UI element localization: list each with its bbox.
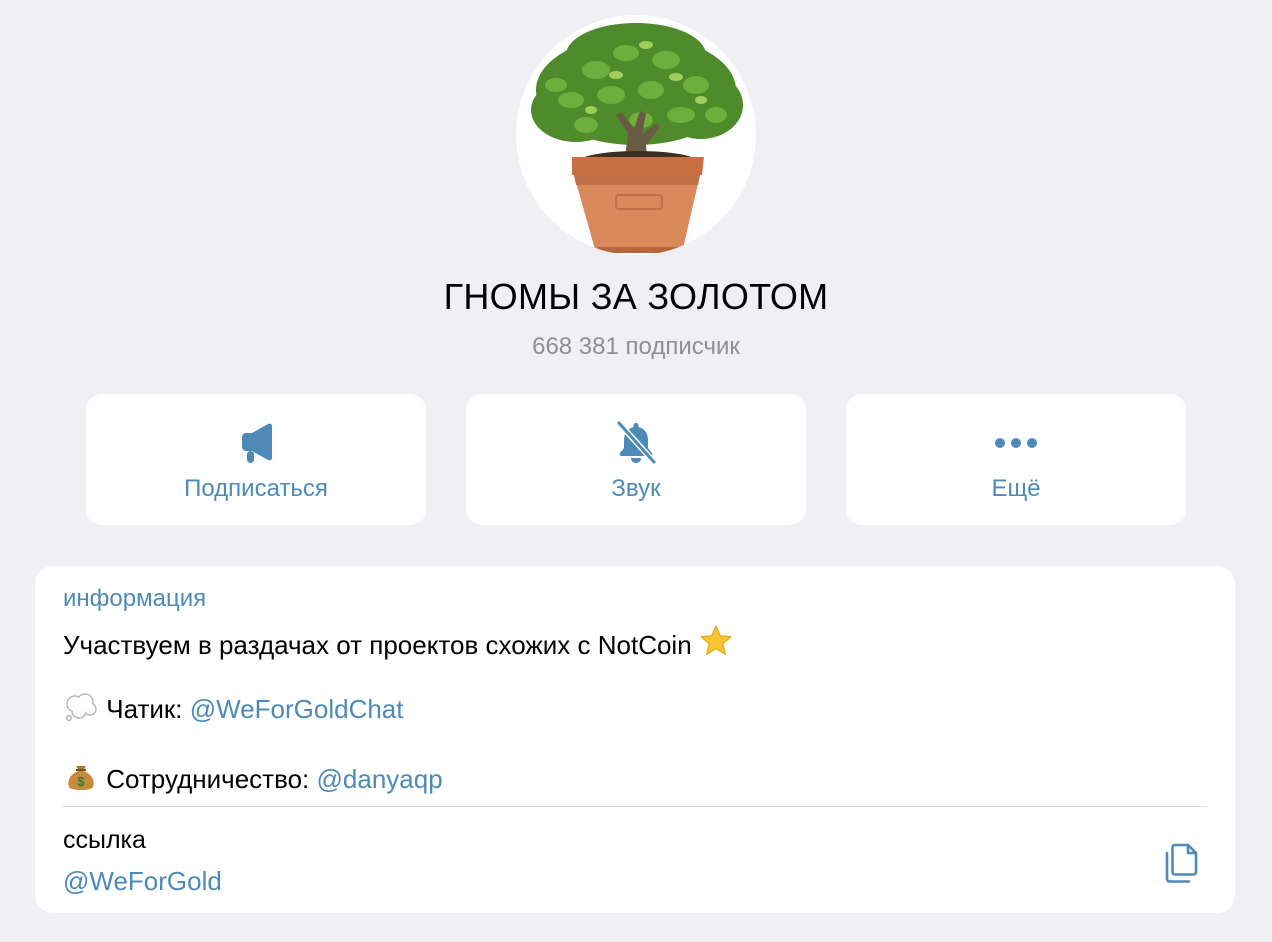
bell-slash-icon <box>616 420 657 465</box>
channel-title: ГНОМЫ ЗА ЗОЛОТОМ <box>443 276 829 317</box>
link-label: ссылка <box>63 826 146 854</box>
svg-text:$: $ <box>77 774 85 789</box>
megaphone-icon <box>242 423 272 463</box>
info-divider <box>63 806 1207 807</box>
info-section-label: информация <box>63 585 207 612</box>
potted-plant-avatar <box>531 23 743 253</box>
info-card: информация Участвуем в раздачах от проек… <box>35 566 1235 913</box>
more-label: Ещё <box>991 475 1041 502</box>
more-dots-icon <box>995 438 1037 448</box>
copy-icon[interactable] <box>1161 838 1207 886</box>
sound-label: Звук <box>611 475 661 502</box>
collab-link[interactable]: @danyaqp <box>317 764 443 794</box>
star-emoji-icon <box>700 625 732 655</box>
money-bag-icon: $ <box>68 766 94 790</box>
collab-label: Сотрудничество: <box>106 764 310 794</box>
subscriber-count: 668 381 подписчик <box>532 333 740 360</box>
channel-link[interactable]: @WeForGold <box>63 866 222 897</box>
chat-line: Чатик: @WeForGoldChat <box>63 692 403 725</box>
collab-line: $ Сотрудничество: @danyaqp <box>63 760 443 795</box>
channel-avatar[interactable] <box>516 15 756 255</box>
thought-bubble-icon <box>65 693 97 722</box>
description-text: Участвуем в раздачах от проектов схожих … <box>63 630 692 660</box>
chat-link[interactable]: @WeForGoldChat <box>190 694 404 724</box>
chat-label: Чатик: <box>106 694 183 724</box>
more-button[interactable]: Ещё <box>846 394 1186 525</box>
subscribe-button[interactable]: Подписаться <box>86 394 426 525</box>
channel-description: Участвуем в раздачах от проектов схожих … <box>63 624 733 661</box>
sound-button[interactable]: Звук <box>466 394 806 525</box>
subscribe-label: Подписаться <box>184 475 328 502</box>
